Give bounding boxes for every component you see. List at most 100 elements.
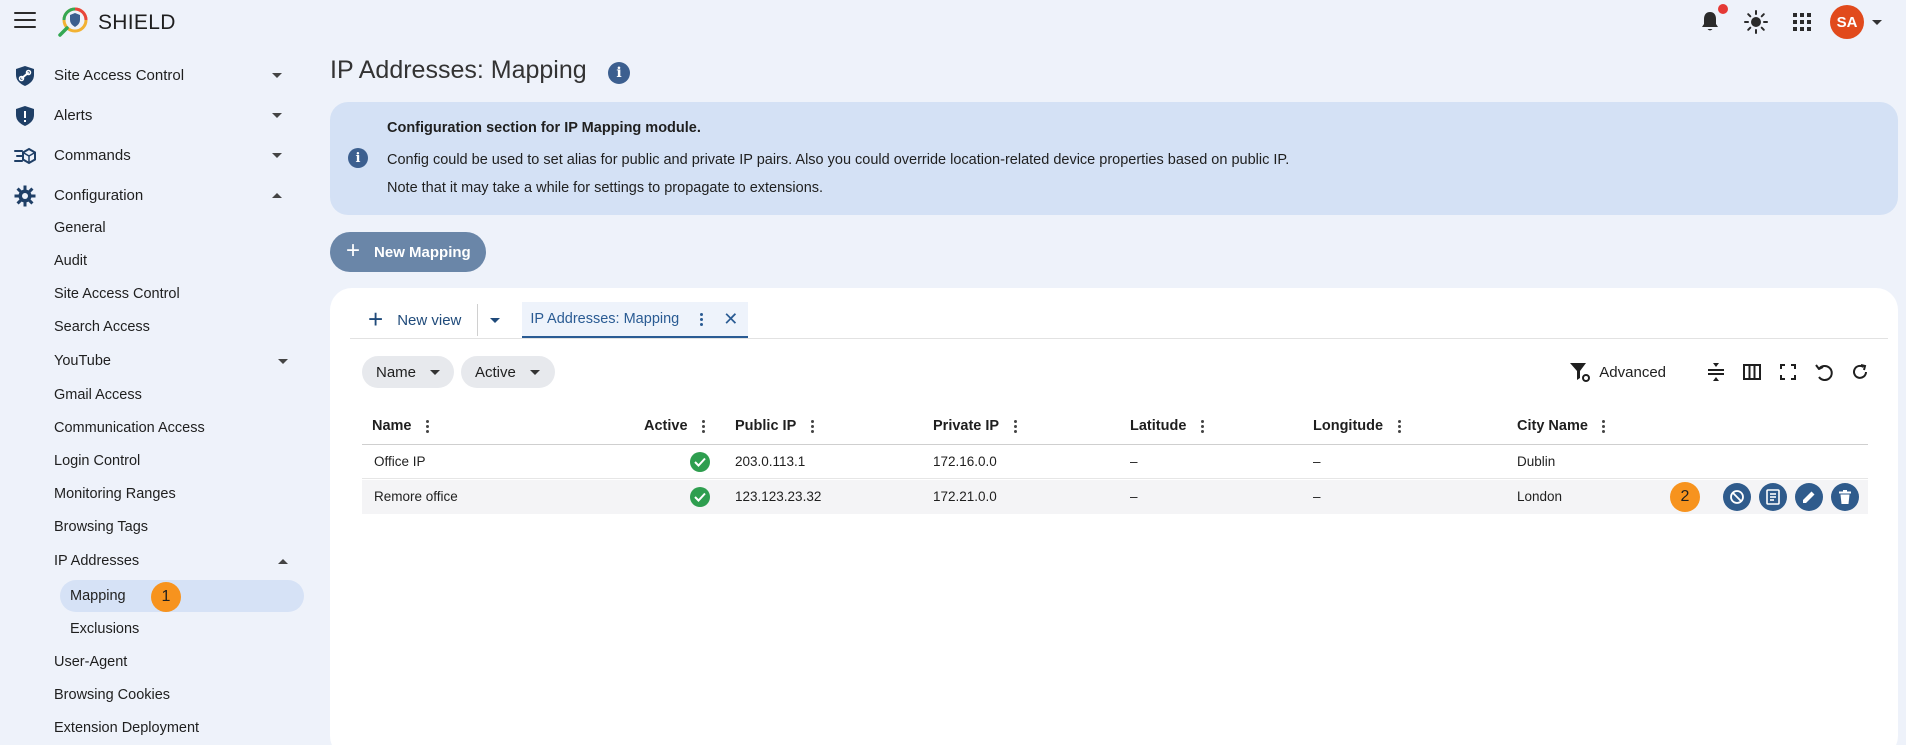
edit-icon[interactable] xyxy=(1795,483,1823,511)
sidebar-group-configuration[interactable]: Configuration xyxy=(0,176,300,216)
info-heading: Configuration section for IP Mapping mod… xyxy=(387,120,701,136)
column-header-active[interactable]: Active xyxy=(644,408,708,444)
column-menu-icon[interactable] xyxy=(1011,419,1019,433)
columns-icon[interactable] xyxy=(1742,362,1762,382)
table-row[interactable]: Office IP 203.0.113.1 172.16.0.0 – – Dub… xyxy=(362,445,1868,479)
cell-city: Dublin xyxy=(1517,454,1556,469)
sidebar-item-site-access-control[interactable]: Site Access Control xyxy=(54,286,180,302)
avatar[interactable]: SA xyxy=(1830,5,1864,39)
column-header-name[interactable]: Name xyxy=(372,408,432,444)
new-mapping-button[interactable]: + New Mapping xyxy=(330,232,486,272)
column-menu-icon[interactable] xyxy=(1395,419,1403,433)
column-header-city-name[interactable]: City Name xyxy=(1517,408,1608,444)
cell-latitude: – xyxy=(1130,454,1138,469)
close-icon[interactable]: ✕ xyxy=(723,309,738,330)
tab-more-icon[interactable] xyxy=(697,312,705,326)
column-label: Name xyxy=(372,418,412,434)
gear-icon xyxy=(14,185,36,207)
column-label: Latitude xyxy=(1130,418,1187,434)
cell-name: Office IP xyxy=(374,454,426,469)
chevron-down-icon[interactable] xyxy=(278,359,288,364)
table-row[interactable]: Remore office 123.123.23.32 172.21.0.0 –… xyxy=(362,480,1868,514)
sidebar-group-commands[interactable]: Commands xyxy=(0,136,300,176)
column-menu-icon[interactable] xyxy=(1600,419,1608,433)
sidebar-item-browsing-cookies[interactable]: Browsing Cookies xyxy=(54,687,170,703)
check-circle-icon xyxy=(690,487,710,507)
column-menu-icon[interactable] xyxy=(1198,419,1206,433)
chevron-up-icon[interactable] xyxy=(278,559,288,564)
new-mapping-label: New Mapping xyxy=(374,243,471,261)
density-icon[interactable] xyxy=(1706,362,1726,382)
advanced-filter-button[interactable]: Advanced xyxy=(1569,361,1666,383)
notification-dot xyxy=(1718,4,1728,14)
shield-logo-icon xyxy=(58,7,88,37)
refresh-icon[interactable] xyxy=(1850,362,1870,382)
commands-icon xyxy=(14,147,36,165)
cell-public-ip: 123.123.23.32 xyxy=(735,489,822,504)
new-view-label: New view xyxy=(397,311,462,329)
sidebar-item-ip-addresses[interactable]: IP Addresses xyxy=(54,553,139,569)
sidebar-item-audit[interactable]: Audit xyxy=(54,253,87,269)
sidebar-group-alerts[interactable]: Alerts xyxy=(0,96,300,136)
notifications-bell-icon[interactable] xyxy=(1698,4,1728,34)
column-header-latitude[interactable]: Latitude xyxy=(1130,408,1206,444)
column-menu-icon[interactable] xyxy=(700,419,708,433)
column-header-longitude[interactable]: Longitude xyxy=(1313,408,1403,444)
column-menu-icon[interactable] xyxy=(424,419,432,433)
tab-ip-addresses-mapping[interactable]: IP Addresses: Mapping ✕ xyxy=(522,302,749,338)
theme-toggle-sun-icon[interactable] xyxy=(1744,10,1768,34)
menu-icon[interactable] xyxy=(14,12,36,30)
view-tabs: + New view IP Addresses: Mapping ✕ xyxy=(360,302,749,338)
filter-chip-name[interactable]: Name xyxy=(362,356,454,388)
sidebar-item-monitoring-ranges[interactable]: Monitoring Ranges xyxy=(54,486,176,502)
details-icon[interactable] xyxy=(1759,483,1787,511)
tab-label: IP Addresses: Mapping xyxy=(530,311,680,327)
column-menu-icon[interactable] xyxy=(808,419,816,433)
fullscreen-icon[interactable] xyxy=(1778,362,1798,382)
cell-city: London xyxy=(1517,489,1563,504)
filter-chip-active[interactable]: Active xyxy=(461,356,555,388)
step-badge: 1 xyxy=(151,582,181,612)
new-view-button[interactable]: + New view xyxy=(360,302,469,338)
sidebar-item-youtube[interactable]: YouTube xyxy=(54,353,111,369)
chevron-down-icon xyxy=(529,369,540,375)
sidebar-item-browsing-tags[interactable]: Browsing Tags xyxy=(54,519,148,535)
column-header-public-ip[interactable]: Public IP xyxy=(735,408,816,444)
user-menu[interactable]: SA xyxy=(1830,5,1882,39)
info-note: Note that it may take a while for settin… xyxy=(387,180,824,196)
sidebar-item-mapping[interactable]: Mapping xyxy=(70,588,126,604)
column-label: Public IP xyxy=(735,418,797,434)
sidebar-item-exclusions[interactable]: Exclusions xyxy=(70,621,139,637)
brand-name: SHIELD xyxy=(98,11,176,34)
sidebar-item-login-control[interactable]: Login Control xyxy=(54,453,140,469)
filter-settings-icon xyxy=(1570,363,1591,382)
plus-icon: + xyxy=(368,304,384,334)
column-header-private-ip[interactable]: Private IP xyxy=(933,408,1019,444)
sidebar-item-extension-deployment[interactable]: Extension Deployment xyxy=(54,720,199,736)
apps-grid-icon[interactable] xyxy=(1790,10,1814,34)
sidebar-item-gmail-access[interactable]: Gmail Access xyxy=(54,387,142,403)
chevron-down-icon[interactable] xyxy=(1872,19,1882,25)
chevron-up-icon xyxy=(272,193,282,198)
divider xyxy=(477,304,479,336)
sidebar-item-search-access[interactable]: Search Access xyxy=(54,319,150,335)
grid-toolbar: Advanced xyxy=(1569,358,1870,386)
info-icon[interactable]: i xyxy=(608,62,630,84)
disable-icon[interactable] xyxy=(1723,483,1751,511)
cell-longitude: – xyxy=(1313,489,1321,504)
check-circle-icon xyxy=(690,452,710,472)
chevron-down-icon xyxy=(272,153,282,158)
delete-icon[interactable] xyxy=(1831,483,1859,511)
cell-public-ip: 203.0.113.1 xyxy=(735,454,806,469)
info-banner: i Configuration section for IP Mapping m… xyxy=(330,102,1898,215)
undo-icon[interactable] xyxy=(1814,362,1834,382)
page-title: IP Addresses: Mapping xyxy=(330,56,587,84)
sidebar-item-communication-access[interactable]: Communication Access xyxy=(54,420,205,436)
sidebar-item-general[interactable]: General xyxy=(54,220,106,236)
sidebar-item-user-agent[interactable]: User-Agent xyxy=(54,654,127,670)
column-label: City Name xyxy=(1517,418,1588,434)
sidebar-group-site-access-control[interactable]: Site Access Control xyxy=(0,56,300,96)
alert-shield-icon xyxy=(16,106,34,126)
chevron-down-icon xyxy=(272,73,282,78)
views-dropdown-chevron-icon[interactable] xyxy=(484,317,506,323)
